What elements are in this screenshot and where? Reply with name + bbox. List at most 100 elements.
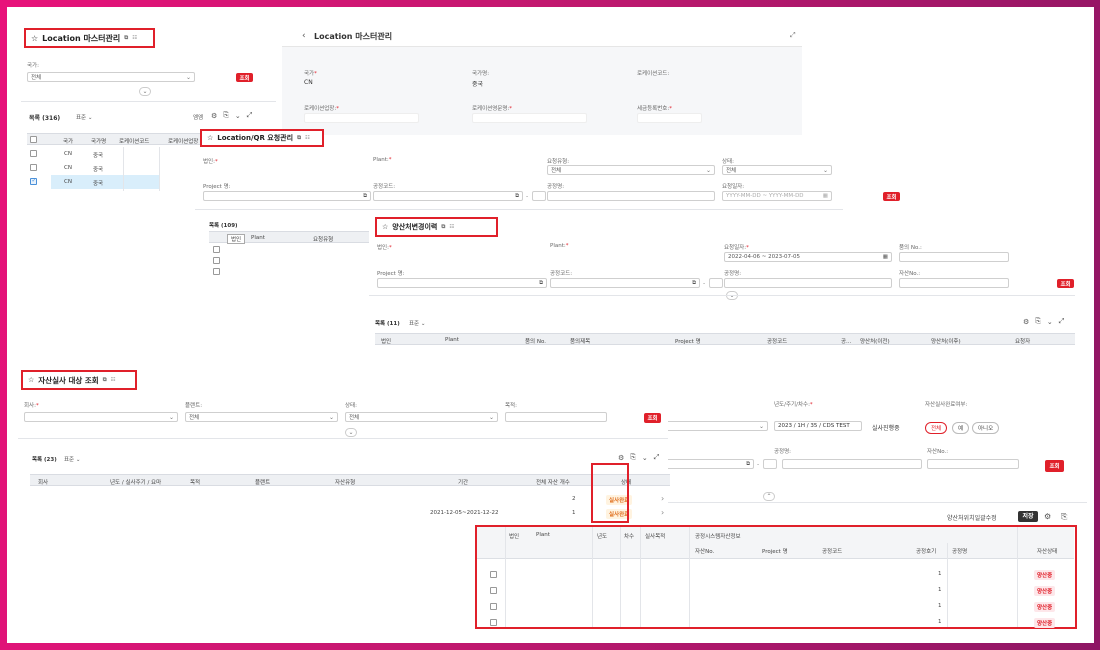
star-icon[interactable]: ☆: [207, 134, 213, 142]
copy-icon[interactable]: ⧉: [539, 280, 543, 287]
chevron-right-icon[interactable]: ›: [661, 494, 664, 503]
copy-icon[interactable]: ⧉: [297, 135, 301, 142]
star-icon[interactable]: ☆: [28, 376, 34, 384]
audit-process-name-input[interactable]: [782, 459, 922, 469]
sh-asset-no-input[interactable]: [899, 278, 1009, 288]
gear-icon[interactable]: ⚙: [1023, 318, 1029, 326]
search-button[interactable]: 조회: [236, 73, 253, 82]
row-checkbox[interactable]: [30, 150, 37, 157]
audit-process-code-to[interactable]: [763, 459, 777, 469]
audit-process-code-input[interactable]: ⧉: [658, 459, 754, 469]
expand-icon[interactable]: ⤢: [654, 453, 660, 462]
audit-purpose-input[interactable]: [505, 412, 607, 422]
gear-icon[interactable]: ⚙: [618, 454, 624, 462]
sh-process-code-input[interactable]: ⧉: [550, 278, 700, 288]
calendar-icon[interactable]: ▦: [823, 193, 828, 199]
table-row[interactable]: 1 양산중: [477, 615, 1074, 630]
gear-icon[interactable]: ⚙: [1044, 512, 1051, 521]
qr-process-code-input[interactable]: ⧉: [373, 191, 523, 201]
gear-icon[interactable]: ⚙: [211, 112, 217, 120]
row-checkbox[interactable]: [213, 257, 220, 264]
sh-process-code-to[interactable]: [709, 278, 723, 288]
audit-left-select[interactable]: ⌄: [658, 421, 768, 431]
expand-icon[interactable]: ⤢: [790, 31, 796, 40]
row-checkbox[interactable]: [30, 164, 37, 171]
qr-search-button[interactable]: 조회: [883, 192, 900, 201]
qr-process-name-input[interactable]: [547, 191, 715, 201]
row-checkbox[interactable]: [213, 246, 220, 253]
audit-search-button[interactable]: 조회: [644, 413, 661, 423]
chevron-down-icon[interactable]: ⌄: [235, 112, 241, 120]
qr-status-select[interactable]: 전체 ⌄: [722, 165, 832, 175]
table-row[interactable]: 2 실사완료 ›: [30, 493, 670, 507]
menu-icon[interactable]: ☷: [132, 35, 137, 41]
star-icon[interactable]: ☆: [31, 34, 38, 43]
collapse-toggle[interactable]: ⌄: [345, 428, 357, 437]
audit-year-input[interactable]: 2023 / 1H / 35 / CDS TEST: [774, 421, 862, 431]
copy-icon[interactable]: ⧉: [441, 224, 445, 231]
collapse-toggle[interactable]: ⌃: [763, 492, 775, 501]
qr-process-code-to[interactable]: [532, 191, 546, 201]
tax-no-input[interactable]: [637, 113, 702, 123]
menu-icon[interactable]: ☷: [305, 135, 310, 141]
copy-icon[interactable]: ⧉: [746, 461, 750, 468]
menu-icon[interactable]: ☷: [111, 377, 116, 383]
sh-process-name-input[interactable]: [724, 278, 892, 288]
audit-company-select[interactable]: ⌄: [24, 412, 178, 422]
location-site-input[interactable]: [304, 113, 419, 123]
row-checkbox-checked[interactable]: [30, 177, 37, 185]
audit-asset-input[interactable]: [927, 459, 1019, 469]
audit-view-selector[interactable]: 표준 ⌄: [64, 455, 80, 463]
row-checkbox[interactable]: [490, 619, 497, 626]
sh-view-selector[interactable]: 표준 ⌄: [409, 319, 425, 327]
pill-all[interactable]: 전체: [925, 422, 948, 434]
select-all-checkbox[interactable]: [30, 136, 37, 143]
export-icon[interactable]: ⎘: [223, 111, 229, 120]
table-row[interactable]: 1 양산중: [477, 583, 1074, 598]
table-row[interactable]: 1 양산중: [477, 599, 1074, 614]
qr-type-select[interactable]: 전체 ⌄: [547, 165, 715, 175]
table-row[interactable]: 2021-12-05~2021-12-22 1 실사완료 ›: [30, 507, 670, 521]
menu-icon[interactable]: ☷: [449, 224, 454, 230]
expand-icon[interactable]: ⤢: [247, 111, 253, 120]
qr-project-input[interactable]: ⧉: [203, 191, 371, 201]
row-checkbox[interactable]: [213, 268, 220, 275]
copy-icon[interactable]: ⧉: [124, 35, 128, 42]
row-checkbox[interactable]: [490, 571, 497, 578]
copy-icon[interactable]: ⧉: [363, 193, 367, 200]
audit-search-button[interactable]: 조회: [1045, 460, 1064, 472]
export-icon[interactable]: ⎘: [630, 453, 636, 462]
view-selector[interactable]: 표준 ⌄: [76, 113, 92, 121]
chevron-down-icon[interactable]: ⌄: [642, 454, 648, 462]
pill-yes[interactable]: 예: [952, 422, 970, 434]
sh-date-input[interactable]: 2022-04-06 ~ 2023-07-05 ▦: [724, 252, 892, 262]
field-label-location-code: 로케이션코드:: [637, 71, 670, 77]
chevron-right-icon[interactable]: ›: [661, 508, 664, 517]
export-icon[interactable]: ⎘: [1035, 317, 1041, 326]
star-icon[interactable]: ☆: [382, 223, 388, 231]
collapse-toggle[interactable]: ⌄: [139, 87, 151, 96]
pill-no[interactable]: 아니오: [972, 422, 1000, 434]
copy-icon[interactable]: ⧉: [515, 193, 519, 200]
audit-plant-select[interactable]: 전체 ⌄: [185, 412, 338, 422]
country-select[interactable]: 전체 ⌄: [27, 72, 195, 82]
sh-approval-input[interactable]: [899, 252, 1009, 262]
audit-status-select[interactable]: 전체 ⌄: [345, 412, 498, 422]
sh-project-input[interactable]: ⧉: [377, 278, 547, 288]
location-en-input[interactable]: [472, 113, 587, 123]
location-master-title-box: ☆ Location 마스터관리 ⧉ ☷: [24, 28, 155, 48]
export-icon[interactable]: ⎘: [1061, 512, 1067, 522]
save-button[interactable]: 저장: [1018, 511, 1038, 522]
expand-icon[interactable]: ⤢: [1059, 317, 1065, 326]
chevron-down-icon[interactable]: ⌄: [1047, 318, 1053, 326]
row-checkbox[interactable]: [490, 587, 497, 594]
bulk-edit-label[interactable]: 양산처위치일괄수정: [947, 513, 997, 522]
sh-search-button[interactable]: 조회: [1057, 279, 1074, 288]
table-row[interactable]: 1 양산중: [477, 567, 1074, 582]
copy-icon[interactable]: ⧉: [103, 377, 107, 384]
qr-date-input[interactable]: YYYY-MM-DD ~ YYYY-MM-DD ▦: [722, 191, 832, 201]
back-icon[interactable]: ‹: [302, 31, 306, 41]
copy-icon[interactable]: ⧉: [692, 280, 696, 287]
calendar-icon[interactable]: ▦: [883, 254, 888, 260]
row-checkbox[interactable]: [490, 603, 497, 610]
